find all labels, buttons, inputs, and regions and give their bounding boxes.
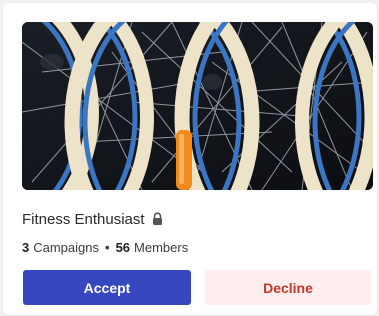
- group-title-row: Fitness Enthusiast: [22, 208, 164, 230]
- decline-button[interactable]: Decline: [205, 270, 371, 305]
- stats-separator: •: [105, 239, 110, 255]
- members-count: 56: [115, 239, 131, 255]
- group-stats: 3 Campaigns • 56 Members: [22, 238, 188, 256]
- campaigns-count: 3: [22, 239, 30, 255]
- lock-icon: [151, 212, 164, 226]
- accept-button[interactable]: Accept: [23, 270, 191, 305]
- members-label: Members: [134, 239, 189, 255]
- group-title: Fitness Enthusiast: [22, 210, 145, 228]
- group-cover-image: [22, 22, 373, 190]
- group-card: Fitness Enthusiast 3 Campaigns • 56 Memb…: [3, 3, 377, 315]
- campaigns-label: Campaigns: [33, 239, 99, 255]
